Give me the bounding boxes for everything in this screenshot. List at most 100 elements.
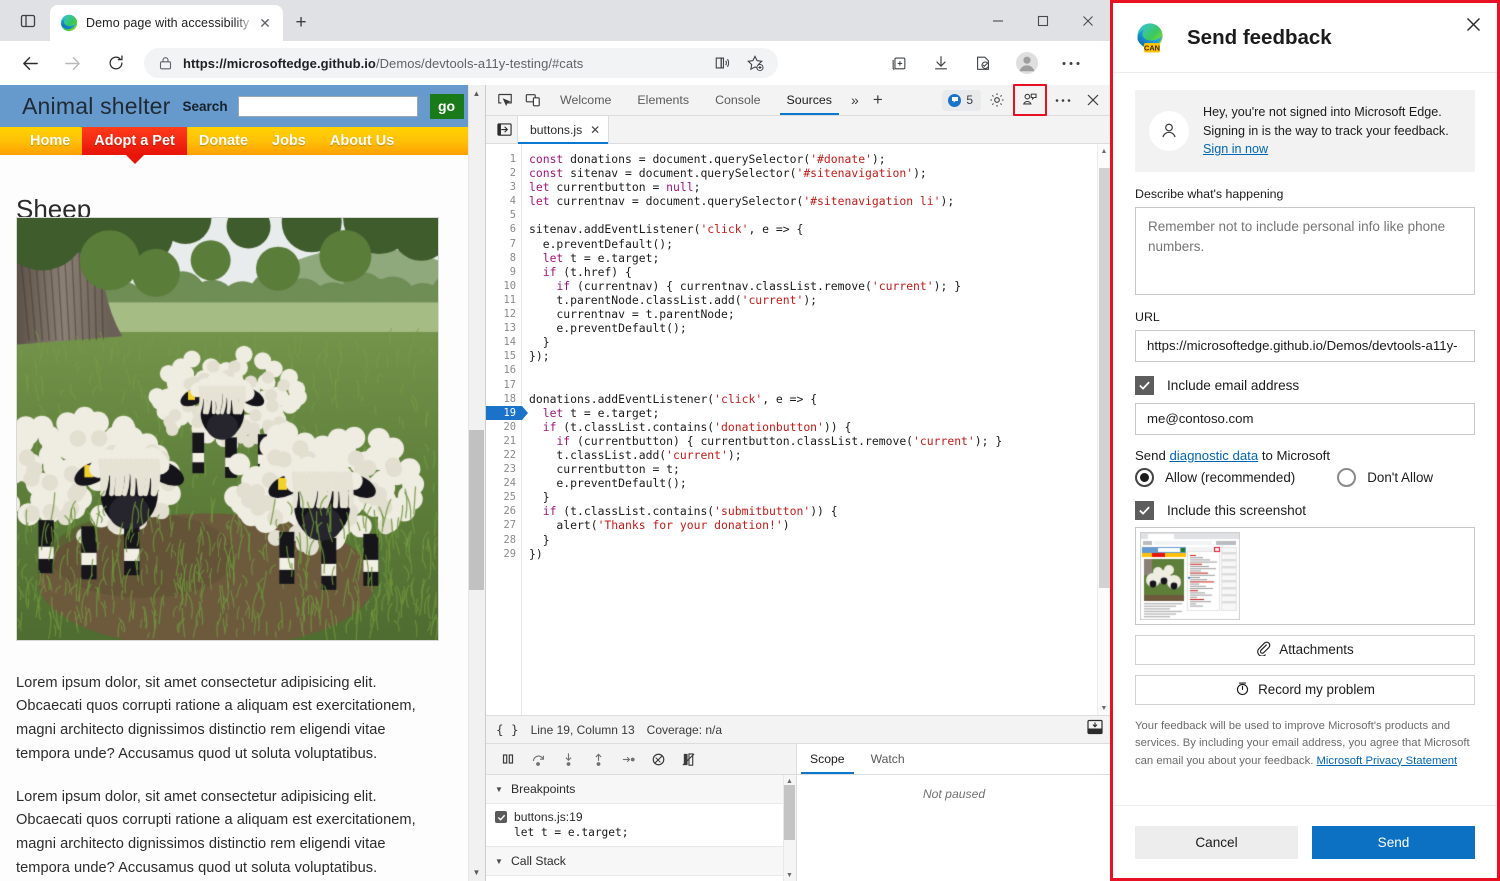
code-line[interactable]: 20 if (t.classList.contains('donationbut…: [486, 420, 1111, 434]
browser-essentials-icon[interactable]: [968, 48, 998, 78]
read-aloud-icon[interactable]: [710, 50, 736, 76]
code-line[interactable]: 17: [486, 378, 1111, 392]
line-number[interactable]: 27: [486, 518, 516, 532]
issues-badge[interactable]: 5: [942, 90, 981, 111]
sign-in-now-link[interactable]: Sign in now: [1203, 142, 1268, 156]
new-tab-button[interactable]: +: [288, 10, 314, 36]
close-devtools-icon[interactable]: [1079, 87, 1107, 113]
deactivate-breakpoints-icon[interactable]: [643, 745, 673, 773]
line-number[interactable]: 24: [486, 476, 516, 490]
code-line[interactable]: 7 e.preventDefault();: [486, 237, 1111, 251]
device-toolbar-icon[interactable]: [519, 87, 547, 113]
code-line[interactable]: 1const donations = document.querySelecto…: [486, 152, 1111, 166]
code-line[interactable]: 2const sitenav = document.querySelector(…: [486, 166, 1111, 180]
include-screenshot-row[interactable]: Include this screenshot: [1135, 501, 1475, 520]
pause-resume-icon[interactable]: [493, 745, 523, 773]
describe-input[interactable]: Remember not to include personal info li…: [1135, 207, 1475, 295]
line-number[interactable]: 16: [486, 363, 516, 377]
line-number[interactable]: 29: [486, 547, 516, 561]
search-go-button[interactable]: go: [430, 94, 464, 119]
send-button[interactable]: Send: [1312, 826, 1475, 859]
devtools-tab-sources[interactable]: Sources: [774, 85, 845, 115]
code-line[interactable]: 5: [486, 208, 1111, 222]
settings-gear-icon[interactable]: [983, 87, 1011, 113]
code-line[interactable]: 24 e.preventDefault();: [486, 476, 1111, 490]
code-line[interactable]: 4let currentnav = document.querySelector…: [486, 194, 1111, 208]
record-problem-button[interactable]: Record my problem: [1135, 675, 1475, 705]
line-number[interactable]: 23: [486, 462, 516, 476]
search-input[interactable]: [238, 96, 418, 117]
collections-icon[interactable]: [884, 48, 914, 78]
tab-watch[interactable]: Watch: [858, 744, 918, 774]
attachments-button[interactable]: Attachments: [1135, 635, 1475, 665]
close-window-button[interactable]: [1065, 0, 1110, 41]
code-line[interactable]: 11 t.parentNode.classList.add('current')…: [486, 293, 1111, 307]
settings-more-icon[interactable]: [1056, 48, 1086, 78]
code-line[interactable]: 18donations.addEventListener('click', e …: [486, 392, 1111, 406]
browser-tab[interactable]: Demo page with accessibility iss ✕: [50, 5, 283, 41]
code-line[interactable]: 14 }: [486, 335, 1111, 349]
step-over-icon[interactable]: [523, 745, 553, 773]
code-line[interactable]: 25 }: [486, 490, 1111, 504]
address-bar[interactable]: https://microsoftedge.github.io/Demos/de…: [144, 48, 778, 78]
line-number[interactable]: 28: [486, 533, 516, 547]
url-input[interactable]: https://microsoftedge.github.io/Demos/de…: [1135, 330, 1475, 362]
line-number[interactable]: 10: [486, 279, 516, 293]
minimize-button[interactable]: [975, 0, 1020, 41]
cancel-button[interactable]: Cancel: [1135, 826, 1298, 859]
page-scrollbar-thumb[interactable]: [469, 430, 484, 590]
include-email-row[interactable]: Include email address: [1135, 376, 1475, 395]
more-tools-icon[interactable]: [1049, 87, 1077, 113]
code-line[interactable]: 16: [486, 363, 1111, 377]
nav-item-donate[interactable]: Donate: [187, 127, 260, 155]
code-line[interactable]: 10 if (currentnav) { currentnav.classLis…: [486, 279, 1111, 293]
editor-scrollbar-thumb[interactable]: [1099, 168, 1110, 588]
line-number[interactable]: 2: [486, 166, 516, 180]
editor-scroll-down-icon[interactable]: ▼: [1097, 701, 1111, 715]
close-tab-icon[interactable]: ✕: [255, 13, 275, 33]
code-line[interactable]: 28 }: [486, 533, 1111, 547]
code-line[interactable]: 6sitenav.addEventListener('click', e => …: [486, 222, 1111, 236]
back-button[interactable]: [14, 48, 46, 78]
line-number[interactable]: 22: [486, 448, 516, 462]
code-line[interactable]: 8 let t = e.target;: [486, 251, 1111, 265]
scroll-down-arrow-icon[interactable]: ▼: [468, 864, 485, 881]
line-number[interactable]: 11: [486, 293, 516, 307]
step-out-icon[interactable]: [583, 745, 613, 773]
line-number[interactable]: 13: [486, 321, 516, 335]
line-number[interactable]: 15: [486, 349, 516, 363]
line-number[interactable]: 21: [486, 434, 516, 448]
pretty-print-icon[interactable]: { }: [496, 722, 519, 737]
tab-actions-menu-icon[interactable]: [14, 8, 42, 34]
line-number[interactable]: 4: [486, 194, 516, 208]
forward-button[interactable]: [56, 48, 88, 78]
code-line[interactable]: 13 e.preventDefault();: [486, 321, 1111, 335]
diagnostic-data-link[interactable]: diagnostic data: [1169, 448, 1258, 463]
line-number[interactable]: 1: [486, 152, 516, 166]
line-number[interactable]: 17: [486, 378, 516, 392]
line-number[interactable]: 6: [486, 222, 516, 236]
pane-call-stack[interactable]: ▼ Call Stack: [486, 847, 783, 876]
nav-item-adopt-a-pet[interactable]: Adopt a Pet: [82, 127, 187, 155]
step-into-icon[interactable]: [553, 745, 583, 773]
line-number[interactable]: 5: [486, 208, 516, 222]
radio-allow[interactable]: [1135, 468, 1154, 487]
code-editor[interactable]: 1const donations = document.querySelecto…: [486, 144, 1111, 715]
code-line[interactable]: 23 currentbutton = t;: [486, 462, 1111, 476]
screenshot-preview[interactable]: [1135, 527, 1475, 625]
pane-scroll-down-icon[interactable]: ▼: [783, 869, 796, 881]
line-number[interactable]: 20: [486, 420, 516, 434]
line-number[interactable]: 19: [486, 406, 516, 420]
tab-scope[interactable]: Scope: [797, 744, 858, 774]
pause-on-exceptions-icon[interactable]: [673, 745, 703, 773]
email-input[interactable]: me@contoso.com: [1135, 403, 1475, 435]
code-line[interactable]: 12 currentnav = t.parentNode;: [486, 307, 1111, 321]
code-line[interactable]: 9 if (t.href) {: [486, 265, 1111, 279]
step-icon[interactable]: [613, 745, 643, 773]
breakpoint-item[interactable]: buttons.js:19 let t = e.target;: [486, 804, 783, 847]
inspect-icon[interactable]: [491, 87, 519, 113]
line-number[interactable]: 7: [486, 237, 516, 251]
nav-item-jobs[interactable]: Jobs: [260, 127, 318, 155]
profile-icon[interactable]: [1012, 48, 1042, 78]
dock-to-bottom-icon[interactable]: [1087, 719, 1103, 740]
